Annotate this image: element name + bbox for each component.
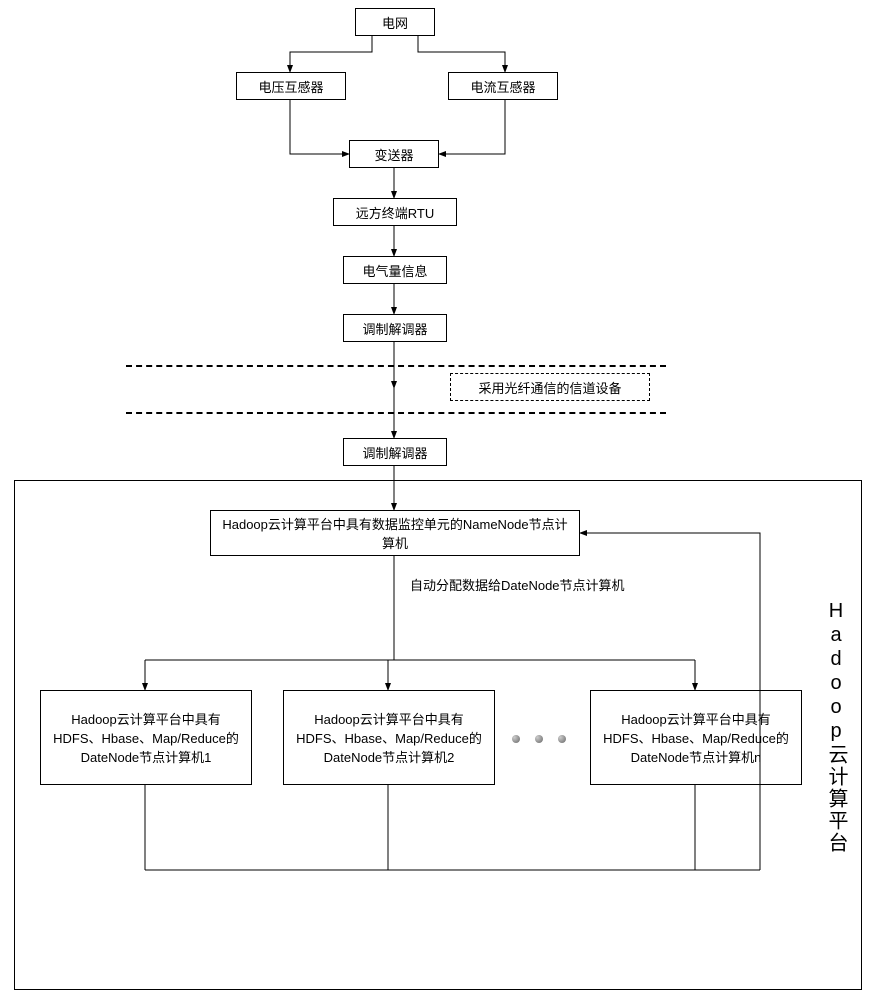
modem-1-node: 调制解调器	[343, 314, 447, 342]
channel-bottom-line	[126, 412, 666, 414]
channel-equipment-node: 采用光纤通信的信道设备	[450, 373, 650, 401]
current-transformer-node: 电流互感器	[448, 72, 558, 100]
platform-vertical-label: Hadoop云计算平台	[822, 600, 851, 854]
elec-info-node: 电气量信息	[343, 256, 447, 284]
namenode-node: Hadoop云计算平台中具有数据监控单元的NameNode节点计算机	[210, 510, 580, 556]
datanode-1-node: Hadoop云计算平台中具有HDFS、Hbase、Map/Reduce的Date…	[40, 690, 252, 785]
modem-2-node: 调制解调器	[343, 438, 447, 466]
channel-top-line	[126, 365, 666, 367]
grid-node: 电网	[355, 8, 435, 36]
rtu-node: 远方终端RTU	[333, 198, 457, 226]
ellipsis-dot	[512, 735, 520, 743]
datanode-2-node: Hadoop云计算平台中具有HDFS、Hbase、Map/Reduce的Date…	[283, 690, 495, 785]
voltage-transformer-node: 电压互感器	[236, 72, 346, 100]
transmitter-node: 变送器	[349, 140, 439, 168]
ellipsis-dot	[535, 735, 543, 743]
alloc-label: 自动分配数据给DateNode节点计算机	[410, 575, 625, 594]
datanode-n-node: Hadoop云计算平台中具有HDFS、Hbase、Map/Reduce的Date…	[590, 690, 802, 785]
ellipsis-dot	[558, 735, 566, 743]
